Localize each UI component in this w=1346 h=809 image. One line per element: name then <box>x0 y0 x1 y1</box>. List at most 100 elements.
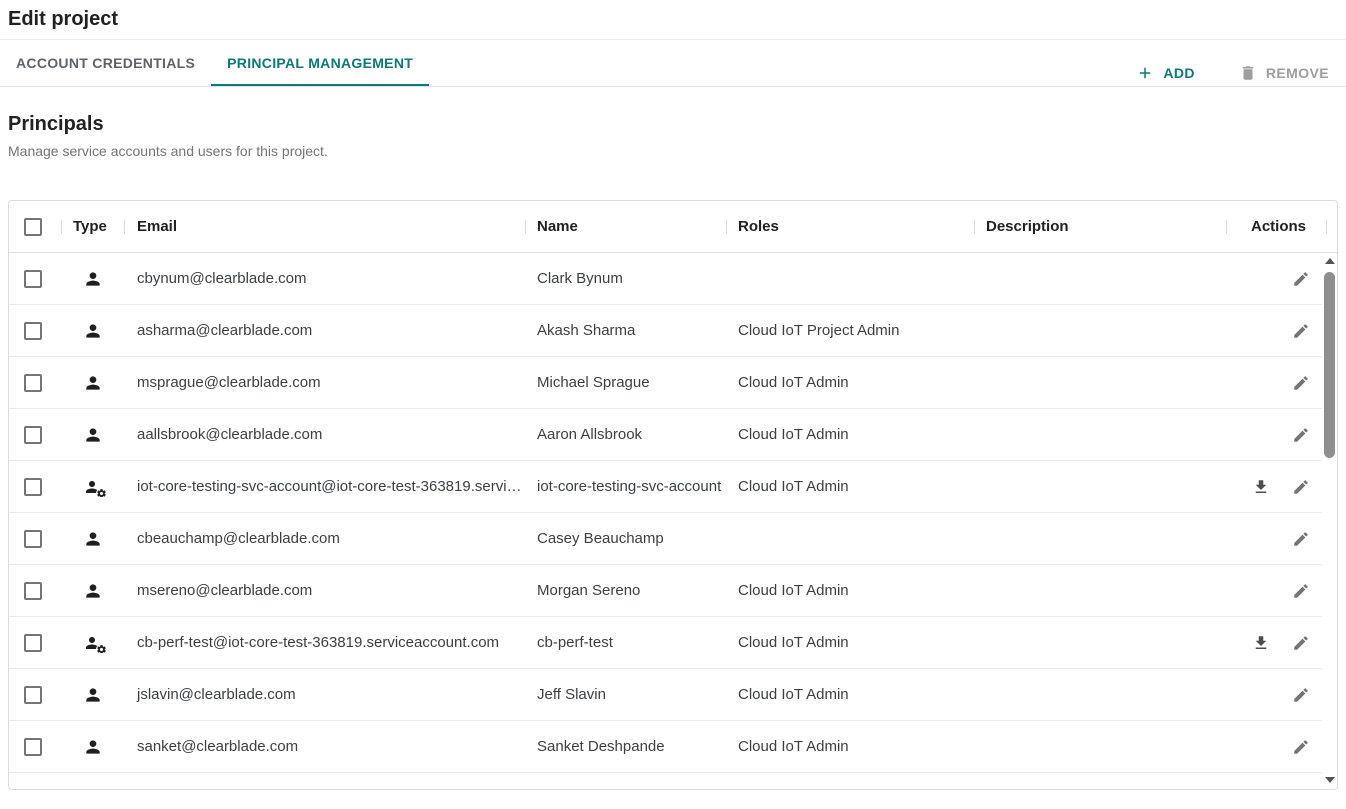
pencil-icon <box>1292 530 1310 548</box>
column-header-email: Email <box>124 201 525 252</box>
row-actions-cell <box>1226 322 1326 340</box>
edit-button[interactable] <box>1292 530 1310 548</box>
dialog-titlebar: Edit project <box>0 0 1346 40</box>
row-type-cell <box>61 321 124 341</box>
row-email: asharma@clearblade.com <box>124 322 525 339</box>
column-header-roles: Roles <box>726 201 974 252</box>
principals-toolbar: ADD REMOVE <box>1132 62 1333 84</box>
column-header-label: Type <box>73 218 107 235</box>
row-type-cell <box>61 685 124 705</box>
edit-button[interactable] <box>1292 686 1310 704</box>
scrollbar-down-arrow[interactable] <box>1325 777 1335 783</box>
row-select-cell <box>9 322 61 340</box>
add-button-label: ADD <box>1163 65 1195 81</box>
table-row: cb-perf-test@iot-core-test-363819.servic… <box>9 617 1337 669</box>
pencil-icon <box>1292 738 1310 756</box>
column-header-label: Actions <box>1251 218 1306 235</box>
row-name: Casey Beauchamp <box>525 530 726 547</box>
download-icon <box>1252 634 1270 652</box>
row-email: sanket@clearblade.com <box>124 738 525 755</box>
row-select-cell <box>9 582 61 600</box>
table-row: cbeauchamp@clearblade.com Casey Beaucham… <box>9 513 1337 565</box>
table-row: sschubert@clearblade.com Sam Schubert Cl… <box>9 773 1337 788</box>
tab-account-credentials[interactable]: ACCOUNT CREDENTIALS <box>0 40 211 86</box>
row-checkbox[interactable] <box>24 634 42 652</box>
row-checkbox[interactable] <box>24 582 42 600</box>
row-roles: Cloud IoT Admin <box>726 634 974 651</box>
row-email: msprague@clearblade.com <box>124 374 525 391</box>
pencil-icon <box>1292 322 1310 340</box>
row-select-cell <box>9 374 61 392</box>
table-row: asharma@clearblade.com Akash Sharma Clou… <box>9 305 1337 357</box>
row-name: iot-core-testing-svc-account <box>525 478 726 495</box>
row-email: jslavin@clearblade.com <box>124 686 525 703</box>
column-header-label: Description <box>986 218 1069 235</box>
row-checkbox[interactable] <box>24 530 42 548</box>
edit-button[interactable] <box>1292 478 1310 496</box>
scrollbar-up-arrow[interactable] <box>1325 258 1335 264</box>
row-checkbox[interactable] <box>24 738 42 756</box>
edit-button[interactable] <box>1292 426 1310 444</box>
row-name: Clark Bynum <box>525 270 726 287</box>
row-select-cell <box>9 738 61 756</box>
row-name: Sanket Deshpande <box>525 738 726 755</box>
select-all-checkbox[interactable] <box>24 218 42 236</box>
person-icon <box>83 269 103 289</box>
principals-table: Type Email Name Roles Description Action… <box>8 200 1338 790</box>
row-type-cell <box>61 529 124 549</box>
person-icon <box>83 685 103 705</box>
row-actions-cell <box>1226 634 1326 652</box>
row-roles: Cloud IoT Admin <box>726 426 974 443</box>
trash-icon <box>1239 64 1257 82</box>
row-select-cell <box>9 530 61 548</box>
pencil-icon <box>1292 374 1310 392</box>
person-icon <box>83 373 103 393</box>
tab-principal-management[interactable]: PRINCIPAL MANAGEMENT <box>211 40 429 86</box>
table-row: jslavin@clearblade.com Jeff Slavin Cloud… <box>9 669 1337 721</box>
row-actions-cell <box>1226 738 1326 756</box>
edit-button[interactable] <box>1292 634 1310 652</box>
row-checkbox[interactable] <box>24 478 42 496</box>
row-checkbox[interactable] <box>24 374 42 392</box>
row-actions-cell <box>1226 374 1326 392</box>
remove-button[interactable]: REMOVE <box>1235 62 1333 84</box>
row-checkbox[interactable] <box>24 322 42 340</box>
vertical-scrollbar[interactable] <box>1322 253 1337 788</box>
row-roles: Cloud IoT Admin <box>726 374 974 391</box>
principals-section-header: Principals Manage service accounts and u… <box>0 87 1346 159</box>
table-row: cbynum@clearblade.com Clark Bynum <box>9 253 1337 305</box>
row-email: cbynum@clearblade.com <box>124 270 525 287</box>
edit-button[interactable] <box>1292 270 1310 288</box>
download-key-button[interactable] <box>1252 634 1270 652</box>
person-icon <box>83 581 103 601</box>
gear-icon <box>96 488 107 497</box>
row-actions-cell <box>1226 270 1326 288</box>
row-actions-cell <box>1226 530 1326 548</box>
row-actions-cell <box>1226 582 1326 600</box>
row-checkbox[interactable] <box>24 270 42 288</box>
row-select-cell <box>9 686 61 704</box>
row-type-cell <box>61 373 124 393</box>
add-button[interactable]: ADD <box>1132 62 1199 84</box>
gear-icon <box>96 644 107 653</box>
pencil-icon <box>1292 634 1310 652</box>
column-header-name: Name <box>525 201 726 252</box>
row-actions-cell <box>1226 478 1326 496</box>
download-key-button[interactable] <box>1252 478 1270 496</box>
row-checkbox[interactable] <box>24 686 42 704</box>
edit-button[interactable] <box>1292 738 1310 756</box>
table-row: msereno@clearblade.com Morgan Sereno Clo… <box>9 565 1337 617</box>
scrollbar-thumb[interactable] <box>1324 272 1335 458</box>
pencil-icon <box>1292 478 1310 496</box>
row-type-cell <box>61 581 124 601</box>
header-spacer <box>1326 201 1338 252</box>
row-select-cell <box>9 270 61 288</box>
edit-button[interactable] <box>1292 374 1310 392</box>
edit-button[interactable] <box>1292 582 1310 600</box>
table-body-rows: cbynum@clearblade.com Clark Bynum <box>9 253 1337 788</box>
row-checkbox[interactable] <box>24 426 42 444</box>
table-row: aallsbrook@clearblade.com Aaron Allsbroo… <box>9 409 1337 461</box>
edit-button[interactable] <box>1292 322 1310 340</box>
plus-icon <box>1136 64 1154 82</box>
table-row: iot-core-testing-svc-account@iot-core-te… <box>9 461 1337 513</box>
